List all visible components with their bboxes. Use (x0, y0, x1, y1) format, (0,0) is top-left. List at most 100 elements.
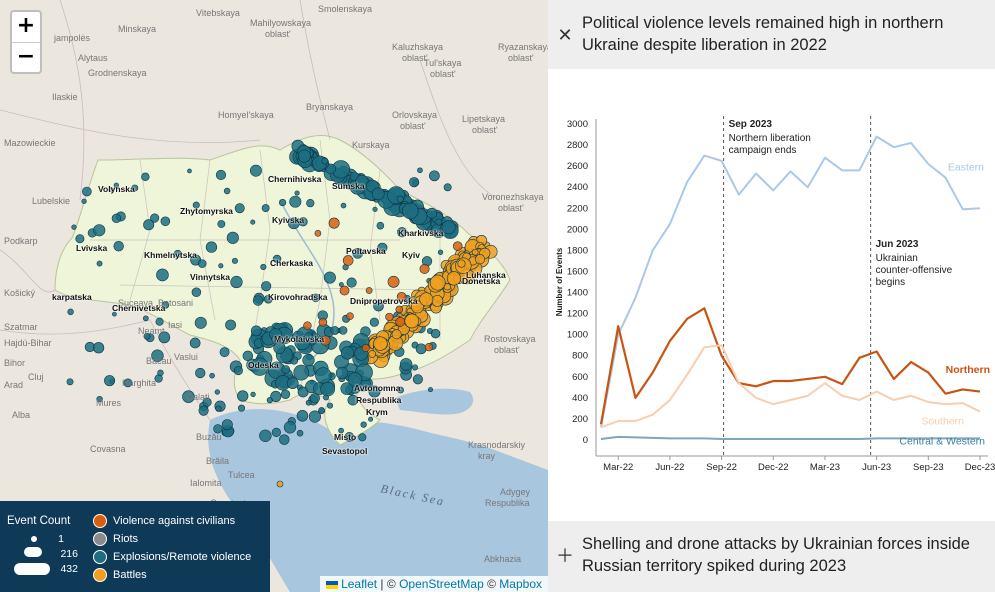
event-marker[interactable] (368, 416, 374, 422)
event-marker[interactable] (296, 410, 309, 422)
event-marker[interactable] (67, 308, 74, 316)
event-marker[interactable] (283, 421, 297, 434)
event-marker[interactable] (266, 397, 273, 404)
event-marker[interactable] (315, 367, 332, 384)
event-marker[interactable] (391, 329, 402, 340)
leaflet-link[interactable]: Leaflet (341, 577, 377, 591)
event-marker[interactable] (189, 337, 201, 349)
event-marker[interactable] (218, 263, 224, 269)
event-marker[interactable] (471, 248, 479, 256)
event-marker[interactable] (424, 343, 434, 352)
story-card-header-collapsed[interactable]: ＋ Shelling and drone attacks by Ukrainia… (548, 521, 995, 592)
legend-item-violence[interactable]: Violence against civilians (93, 514, 235, 528)
event-marker[interactable] (385, 312, 394, 322)
legend-item-explosions[interactable]: Explosions/Remote violence (93, 550, 251, 564)
event-marker[interactable] (395, 305, 404, 314)
event-marker[interactable] (340, 346, 355, 360)
event-marker[interactable] (446, 271, 462, 286)
event-marker[interactable] (205, 241, 218, 253)
event-marker[interactable] (419, 292, 434, 307)
event-marker[interactable] (431, 295, 444, 307)
event-marker[interactable] (75, 234, 85, 244)
event-marker[interactable] (215, 405, 222, 412)
event-marker[interactable] (276, 480, 284, 488)
event-marker[interactable] (93, 342, 105, 354)
event-marker[interactable] (252, 295, 264, 306)
event-marker[interactable] (261, 281, 272, 292)
event-marker[interactable] (441, 220, 456, 235)
event-marker[interactable] (303, 321, 312, 330)
map-view[interactable]: Vitebskaya Mahilyowskaya oblast' Smolenskay… (0, 0, 548, 592)
event-marker[interactable] (475, 254, 486, 265)
event-marker[interactable] (412, 374, 423, 385)
event-marker[interactable] (309, 393, 320, 404)
event-marker[interactable] (396, 195, 404, 203)
event-marker[interactable] (260, 263, 267, 271)
event-marker[interactable] (338, 326, 348, 335)
event-marker[interactable] (429, 170, 440, 182)
event-marker[interactable] (342, 255, 354, 266)
event-marker[interactable] (93, 224, 106, 237)
event-marker[interactable] (197, 259, 207, 268)
event-marker[interactable] (376, 221, 385, 230)
event-marker[interactable] (327, 402, 334, 409)
legend-item-riots[interactable]: Riots (93, 532, 138, 546)
close-icon[interactable]: ✕ (556, 26, 574, 44)
event-marker[interactable] (230, 275, 243, 289)
event-marker[interactable] (250, 325, 262, 337)
event-marker[interactable] (419, 263, 430, 274)
event-marker[interactable] (278, 434, 290, 445)
event-marker[interactable] (427, 387, 434, 393)
event-marker[interactable] (71, 224, 77, 230)
event-marker[interactable] (314, 230, 322, 237)
event-marker[interactable] (234, 203, 245, 214)
event-marker[interactable] (369, 317, 379, 327)
event-marker[interactable] (426, 207, 438, 219)
event-marker[interactable] (215, 169, 227, 181)
event-marker[interactable] (286, 377, 299, 389)
event-marker[interactable] (294, 190, 300, 196)
event-marker[interactable] (142, 315, 149, 322)
event-marker[interactable] (457, 259, 466, 268)
event-marker[interactable] (289, 195, 302, 208)
event-marker[interactable] (373, 336, 388, 351)
event-marker[interactable] (226, 231, 239, 244)
event-marker[interactable] (250, 391, 256, 397)
plus-icon[interactable]: ＋ (556, 547, 574, 565)
event-marker[interactable] (261, 204, 270, 212)
event-marker[interactable] (452, 241, 463, 251)
event-marker[interactable] (430, 328, 441, 339)
event-marker[interactable] (321, 157, 329, 165)
event-marker[interactable] (437, 249, 444, 255)
event-marker[interactable] (306, 199, 315, 208)
event-marker[interactable] (217, 220, 226, 228)
event-marker[interactable] (402, 202, 419, 220)
event-marker[interactable] (280, 389, 291, 399)
event-marker[interactable] (371, 187, 385, 201)
event-marker[interactable] (443, 183, 452, 192)
event-marker[interactable] (387, 275, 400, 288)
event-marker[interactable] (111, 213, 122, 224)
event-marker[interactable] (335, 366, 349, 380)
event-marker[interactable] (195, 367, 206, 379)
event-marker[interactable] (328, 217, 340, 229)
event-marker[interactable] (429, 274, 446, 291)
event-marker[interactable] (194, 316, 207, 329)
event-marker[interactable] (339, 285, 350, 296)
event-marker[interactable] (271, 427, 281, 437)
event-marker[interactable] (191, 287, 202, 298)
event-marker[interactable] (358, 433, 367, 442)
event-marker[interactable] (249, 164, 262, 177)
event-marker[interactable] (141, 172, 150, 182)
zoom-out-button[interactable]: − (12, 42, 40, 72)
legend-item-battles[interactable]: Battles (93, 568, 147, 582)
event-marker[interactable] (368, 350, 377, 358)
event-marker[interactable] (104, 375, 116, 387)
event-marker[interactable] (297, 149, 311, 163)
event-marker[interactable] (82, 186, 92, 197)
event-marker[interactable] (209, 372, 215, 379)
event-marker[interactable] (160, 216, 171, 227)
event-marker[interactable] (409, 177, 420, 188)
event-marker[interactable] (296, 429, 304, 437)
event-marker[interactable] (293, 364, 310, 381)
